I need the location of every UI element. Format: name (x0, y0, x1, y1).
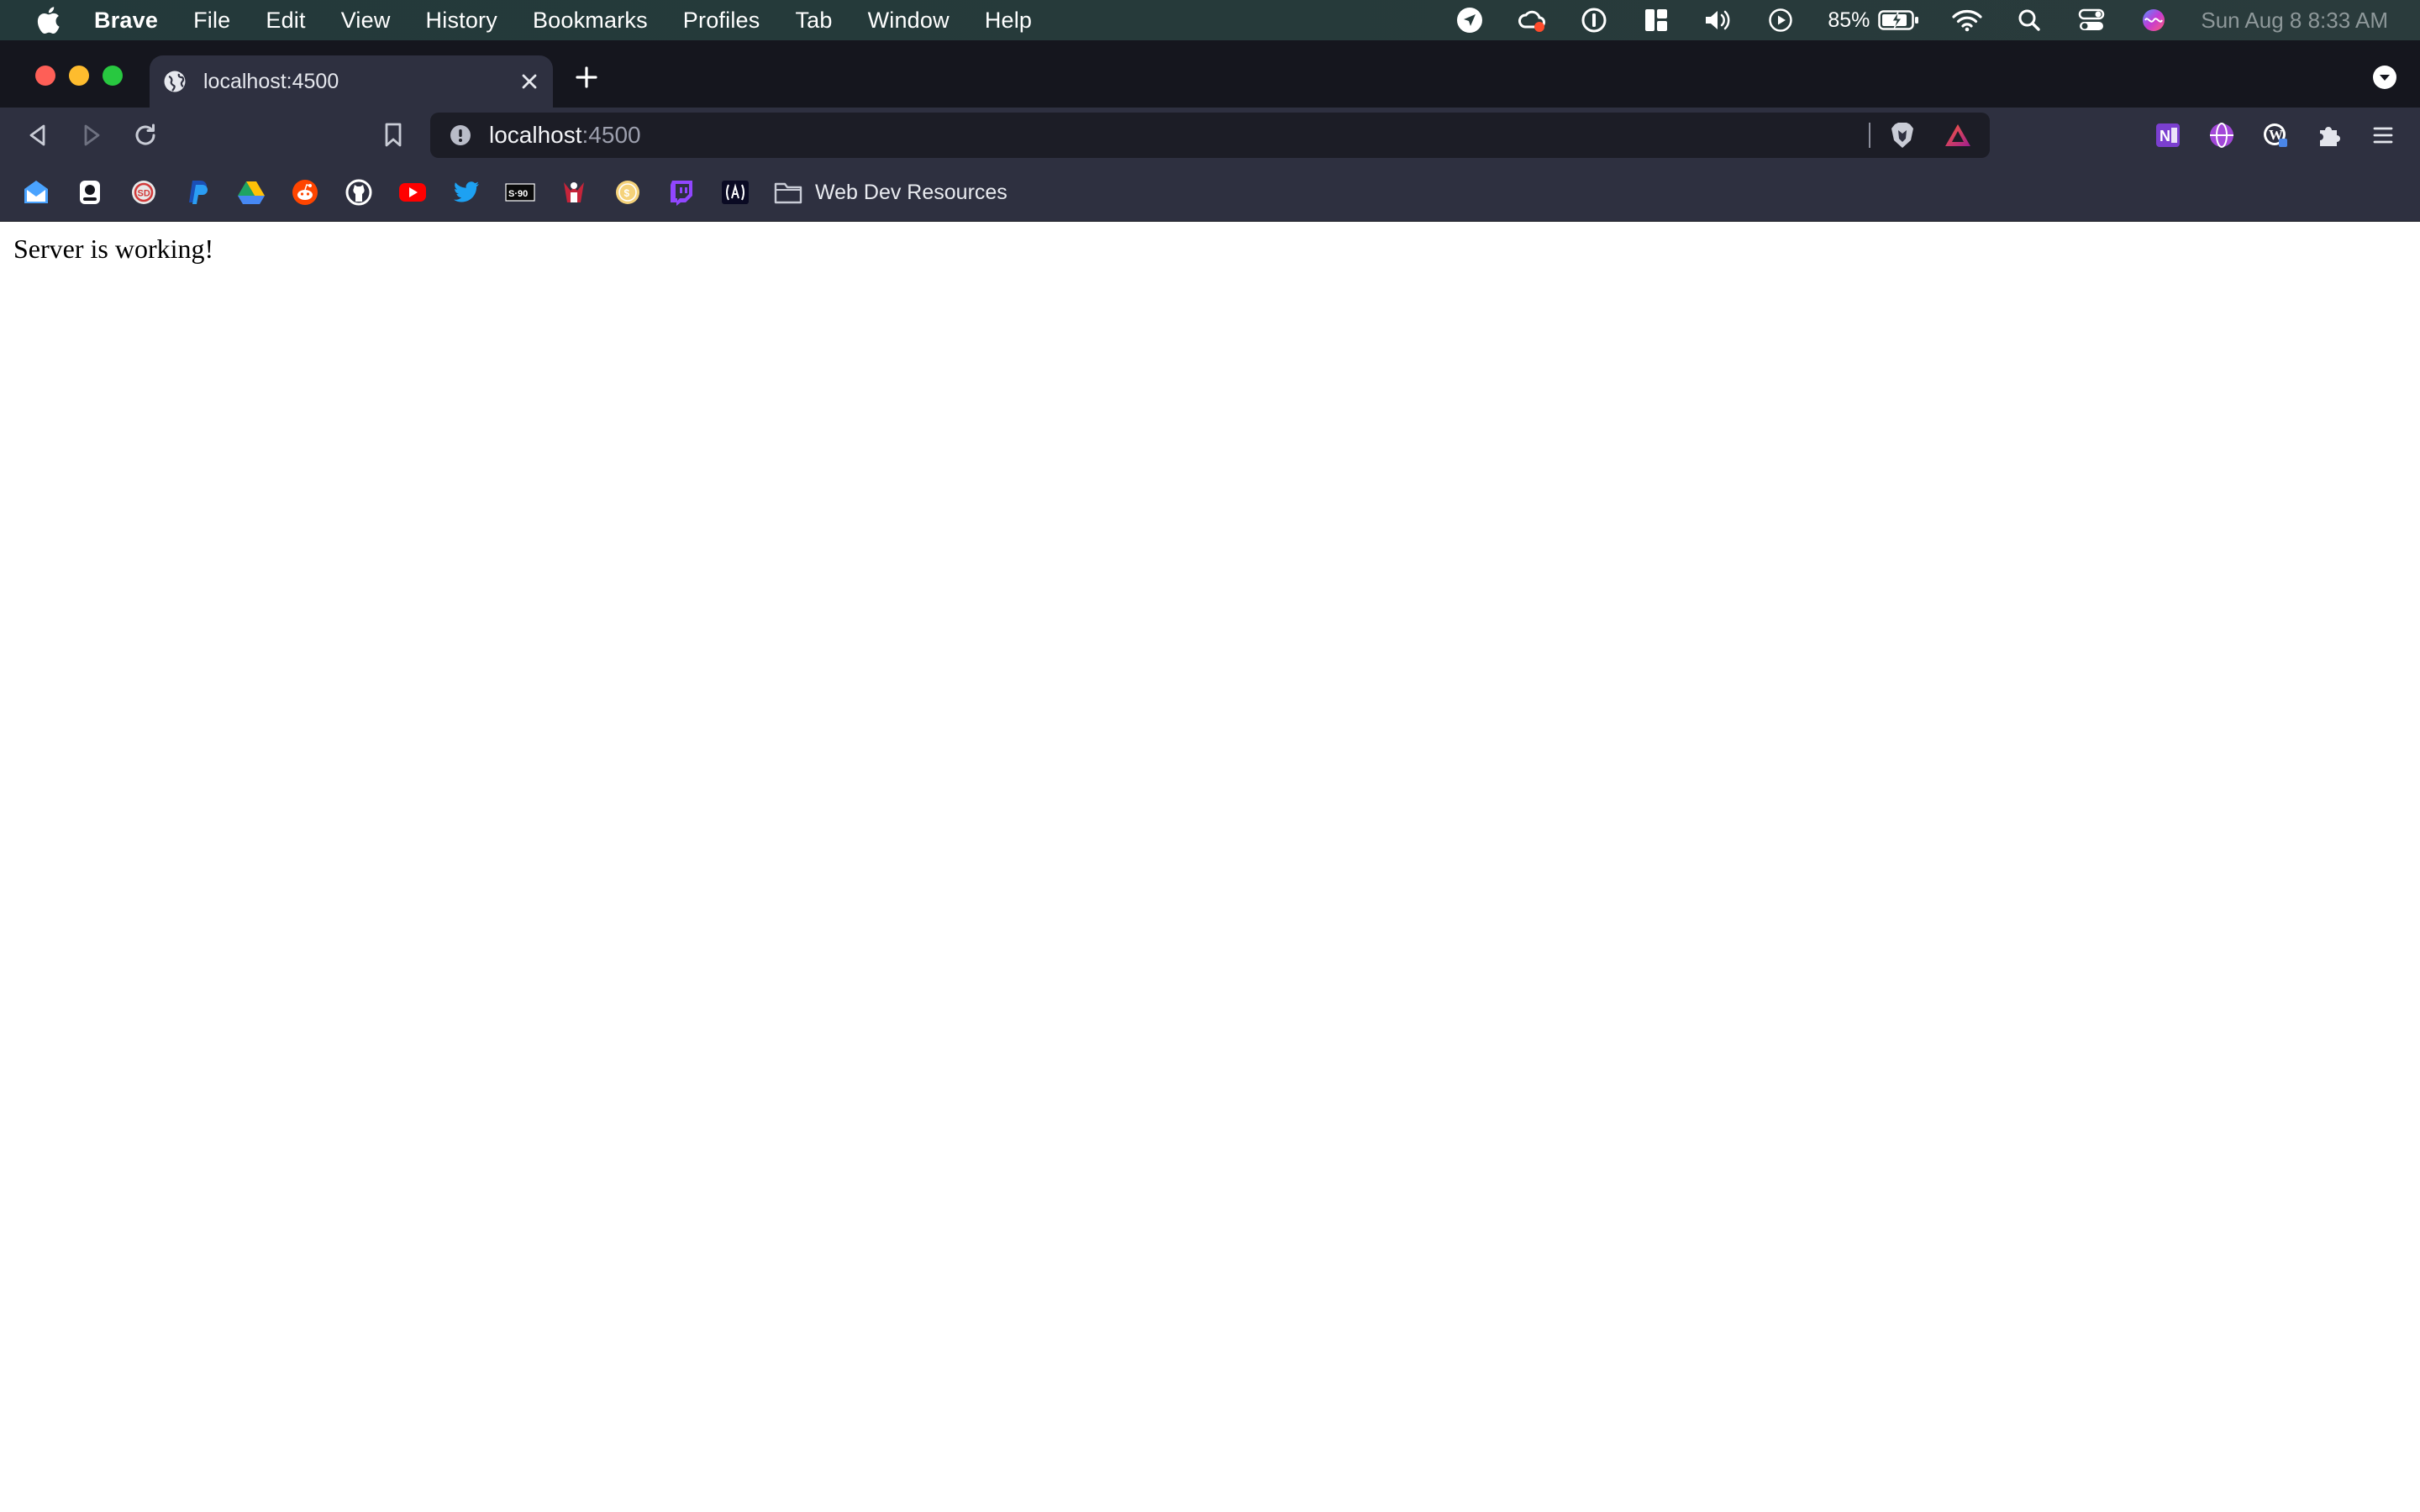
google-drive-icon[interactable] (236, 177, 266, 207)
code-icon[interactable] (720, 177, 750, 207)
battery-charging-icon[interactable] (1878, 5, 1920, 35)
menu-bar-status-area: 85% Sun Aug 8 8:33 AM (1423, 0, 2388, 40)
tab-title: localhost:4500 (203, 69, 339, 93)
tab-search-chevron-icon[interactable] (2371, 64, 2398, 91)
battery-percentage: 85% (1828, 8, 1870, 32)
bookmark-folder-label: Web Dev Resources (815, 180, 1007, 204)
reddit-icon[interactable] (290, 177, 320, 207)
macos-menu-bar: Brave File Edit View History Bookmarks P… (0, 0, 2420, 40)
globe-icon (161, 68, 188, 95)
now-playing-icon[interactable] (1765, 5, 1796, 35)
svg-text:SD: SD (138, 189, 150, 199)
address-bar-divider (1869, 123, 1870, 148)
wordpress-extension-icon[interactable]: W (2260, 120, 2291, 150)
tab-close-icon[interactable] (514, 66, 544, 97)
github-icon[interactable] (344, 177, 374, 207)
menu-edit[interactable]: Edit (266, 8, 305, 34)
wifi-icon[interactable] (1952, 5, 1982, 35)
purple-globe-extension-icon[interactable] (2207, 120, 2237, 150)
paypal-icon[interactable] (182, 177, 213, 207)
volume-icon[interactable] (1703, 5, 1733, 35)
back-arrow-icon[interactable] (23, 120, 53, 150)
page-content: Server is working! (0, 222, 2420, 1512)
site-info-icon[interactable] (449, 123, 472, 147)
folder-icon (773, 180, 803, 205)
browser-toolbar: localhost:4500 N W (0, 108, 2420, 163)
page-message: Server is working! (13, 234, 214, 264)
onepassword-icon[interactable] (1579, 5, 1609, 35)
bookmarks-bar: SD S·90 $ Web Dev Resources (0, 163, 2420, 222)
menu-bar-clock[interactable]: Sun Aug 8 8:33 AM (2201, 8, 2388, 34)
twitch-icon[interactable] (666, 177, 697, 207)
menu-history[interactable]: History (426, 8, 497, 34)
svg-text:$: $ (624, 187, 630, 199)
spotlight-search-icon[interactable] (2014, 5, 2044, 35)
svg-text:S·90: S·90 (508, 189, 528, 199)
url-port: :4500 (581, 122, 641, 148)
youtube-icon[interactable] (397, 177, 428, 207)
navigation-arrow-icon[interactable] (1455, 5, 1485, 35)
window-minimize-button[interactable] (69, 66, 89, 86)
forward-arrow-icon[interactable] (76, 120, 107, 150)
menu-bookmarks[interactable]: Bookmarks (533, 8, 648, 34)
window-zoom-button[interactable] (103, 66, 123, 86)
menu-profiles[interactable]: Profiles (683, 8, 760, 34)
onenote-extension-icon[interactable]: N (2153, 120, 2183, 150)
window-manager-icon[interactable] (1641, 5, 1671, 35)
gym-icon[interactable] (559, 177, 589, 207)
window-close-button[interactable] (35, 66, 55, 86)
svg-text:N: N (2160, 128, 2170, 144)
sd-icon[interactable]: SD (129, 177, 159, 207)
address-bar[interactable]: localhost:4500 (430, 113, 1990, 158)
apple-menu-icon[interactable] (34, 6, 62, 34)
coin-icon[interactable]: $ (613, 177, 643, 207)
tab-strip: localhost:4500 (0, 40, 2420, 108)
bookmark-folder-web-dev-resources[interactable]: Web Dev Resources (773, 176, 1007, 209)
hamburger-menu-icon[interactable] (2368, 120, 2398, 150)
new-tab-plus-icon[interactable] (571, 62, 602, 92)
control-center-icon[interactable] (2076, 5, 2107, 35)
bookmark-page-icon[interactable] (378, 120, 408, 150)
menu-file[interactable]: File (193, 8, 230, 34)
reload-icon[interactable] (130, 120, 160, 150)
menu-tab[interactable]: Tab (795, 8, 832, 34)
tab-localhost[interactable]: localhost:4500 (150, 55, 553, 108)
creative-cloud-icon[interactable] (1517, 5, 1547, 35)
url-host: localhost (489, 122, 582, 148)
game-icon[interactable] (75, 177, 105, 207)
brave-rewards-icon[interactable] (1943, 120, 1973, 150)
menu-window[interactable]: Window (868, 8, 950, 34)
brave-shields-icon[interactable] (1887, 120, 1918, 150)
extensions-puzzle-icon[interactable] (2314, 120, 2344, 150)
skillshare-icon[interactable]: S·90 (505, 177, 535, 207)
twitter-icon[interactable] (451, 177, 481, 207)
menu-app-brave[interactable]: Brave (94, 8, 158, 34)
menu-view[interactable]: View (341, 8, 391, 34)
menu-help[interactable]: Help (985, 8, 1032, 34)
siri-icon[interactable] (2139, 5, 2169, 35)
mail-icon[interactable] (21, 177, 51, 207)
